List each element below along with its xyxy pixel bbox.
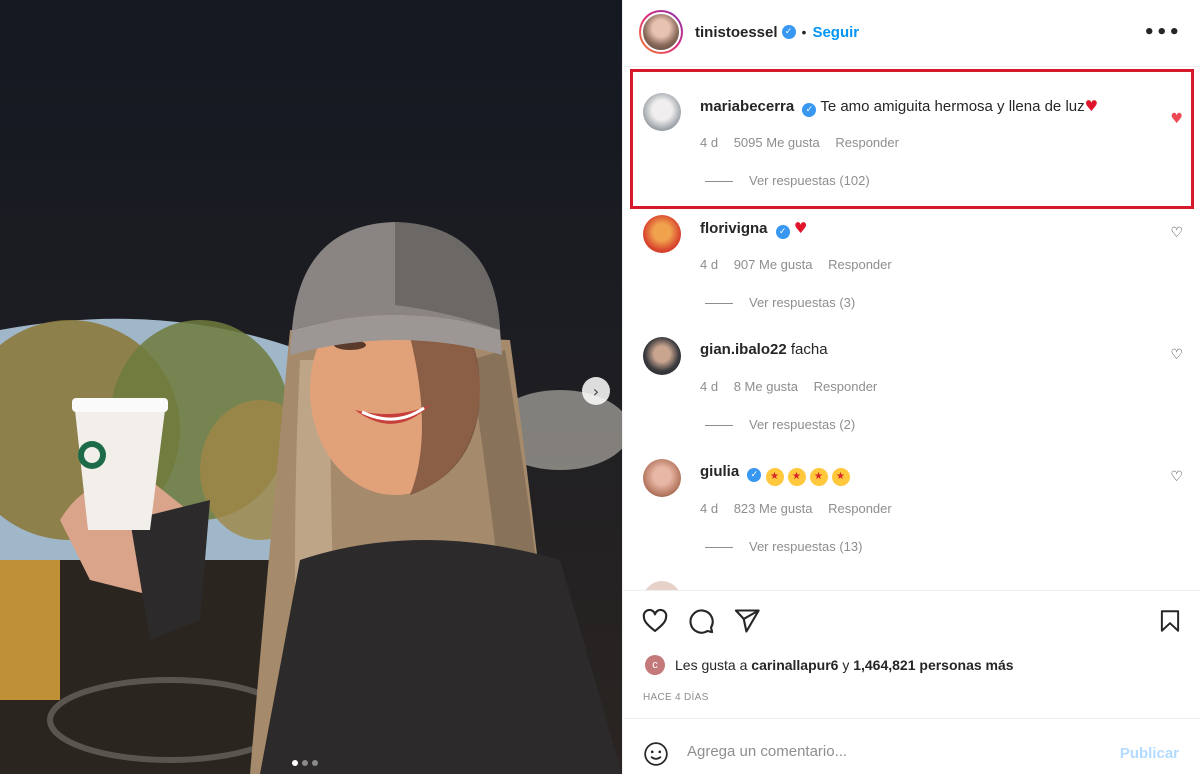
next-photo-button[interactable]: › bbox=[582, 377, 610, 405]
separator-dot: • bbox=[801, 24, 807, 40]
star-struck-emoji: ★ bbox=[765, 468, 784, 486]
view-replies-label: Ver respuestas (2) bbox=[749, 417, 856, 432]
chevron-right-icon: › bbox=[592, 381, 600, 401]
author-avatar[interactable] bbox=[639, 10, 683, 54]
star-struck-emoji: ★ bbox=[787, 468, 806, 486]
comment-text-line: florivigna ✓ ♥ bbox=[700, 219, 807, 239]
commenter-avatar[interactable] bbox=[643, 215, 681, 253]
liker-username[interactable]: carinallapur6 bbox=[751, 657, 838, 673]
post-photo[interactable]: › bbox=[0, 0, 622, 774]
commenter-username[interactable]: gian.ibalo22 bbox=[700, 341, 787, 358]
comment-item: giulia ✓ ★ ★ ★ ★ 4 d 823 Me gusta Responder… bbox=[623, 443, 1200, 565]
view-replies-label: Ver respuestas (13) bbox=[749, 539, 863, 554]
reply-button[interactable]: Responder bbox=[835, 135, 899, 150]
comment-item: florivigna ✓ ♥ 4 d 907 Me gusta Responde… bbox=[623, 199, 1200, 321]
post-date: HACE 4 DÍAS bbox=[643, 692, 709, 703]
comment-meta: 4 d 5095 Me gusta Responder bbox=[700, 135, 911, 150]
comment-likes[interactable]: 8 Me gusta bbox=[734, 379, 798, 394]
comment-item: mariabecerra ✓ Te amo amiguita hermosa y… bbox=[623, 77, 1200, 199]
comment-meta: 4 d 823 Me gusta Responder bbox=[700, 501, 904, 516]
comment-time: 4 d bbox=[700, 501, 719, 516]
comment-body: Te amo amiguita hermosa y llena de luz bbox=[820, 98, 1085, 115]
comment-meta: 4 d 8 Me gusta Responder bbox=[700, 379, 889, 394]
comment-likes[interactable]: 5095 Me gusta bbox=[734, 135, 820, 150]
view-replies[interactable]: Ver respuestas (13) bbox=[705, 539, 862, 554]
comment-time: 4 d bbox=[700, 379, 719, 394]
comment-text-line: giulia ✓ ★ ★ ★ ★ bbox=[700, 463, 854, 486]
comment-time: 4 d bbox=[700, 257, 719, 272]
post-actions: c Les gusta a carinallapur6 y 1,464,821 … bbox=[623, 590, 1200, 718]
carousel-dots bbox=[292, 760, 318, 766]
commenter-username[interactable]: florivigna bbox=[700, 220, 768, 237]
verified-icon: ✓ bbox=[802, 103, 817, 117]
commenter-username[interactable]: giulia bbox=[700, 463, 739, 480]
comment-body: facha bbox=[790, 341, 828, 358]
comments-list[interactable]: mariabecerra ✓ Te amo amiguita hermosa y… bbox=[623, 66, 1200, 590]
commenter-username[interactable]: mariabecerra bbox=[700, 98, 794, 115]
commenter-avatar-partial bbox=[643, 581, 681, 590]
view-replies-label: Ver respuestas (102) bbox=[749, 173, 870, 188]
comment-likes[interactable]: 907 Me gusta bbox=[734, 257, 813, 272]
publish-button[interactable]: Publicar bbox=[1120, 745, 1179, 762]
comment-text-line: gian.ibalo22 facha bbox=[700, 341, 828, 358]
carousel-dot bbox=[292, 760, 298, 766]
liker-avatar[interactable]: c bbox=[645, 655, 665, 675]
commenter-avatar[interactable] bbox=[643, 93, 681, 131]
save-button[interactable] bbox=[1157, 607, 1183, 635]
comment-text-line: mariabecerra ✓ Te amo amiguita hermosa y… bbox=[700, 97, 1098, 117]
view-replies-label: Ver respuestas (3) bbox=[749, 295, 856, 310]
bookmark-icon bbox=[1160, 610, 1180, 632]
comment-input[interactable] bbox=[687, 743, 1107, 760]
view-replies[interactable]: Ver respuestas (3) bbox=[705, 295, 855, 310]
verified-icon: ✓ bbox=[747, 468, 762, 482]
comment-meta: 4 d 907 Me gusta Responder bbox=[700, 257, 904, 272]
red-heart-emoji: ♥ bbox=[793, 219, 808, 237]
commenter-avatar[interactable] bbox=[643, 337, 681, 375]
share-icon[interactable] bbox=[733, 607, 761, 635]
more-options-icon[interactable]: ••• bbox=[1143, 22, 1181, 43]
likes-count[interactable]: 1,464,821 personas más bbox=[853, 657, 1013, 673]
red-heart-emoji: ♥ bbox=[1084, 97, 1099, 115]
view-replies[interactable]: Ver respuestas (102) bbox=[705, 173, 870, 188]
commenter-avatar[interactable] bbox=[643, 459, 681, 497]
carousel-dot bbox=[312, 760, 318, 766]
comment-likes[interactable]: 823 Me gusta bbox=[734, 501, 813, 516]
author-username[interactable]: tinistoessel bbox=[695, 24, 778, 41]
like-heart-icon[interactable]: ♡ bbox=[1170, 225, 1183, 241]
follow-button[interactable]: Seguir bbox=[812, 24, 859, 41]
liked-heart-icon[interactable]: ♥ bbox=[1170, 111, 1183, 127]
carousel-dot bbox=[302, 760, 308, 766]
post-header: tinistoessel ✓ • Seguir ••• bbox=[623, 0, 1200, 64]
comment-time: 4 d bbox=[700, 135, 719, 150]
like-heart-icon[interactable]: ♡ bbox=[1170, 347, 1183, 363]
post-side-panel: tinistoessel ✓ • Seguir ••• mariabecerra… bbox=[622, 0, 1200, 774]
heart-icon[interactable] bbox=[641, 607, 669, 635]
star-struck-emoji: ★ bbox=[831, 468, 850, 486]
emoji-icon[interactable] bbox=[643, 741, 669, 767]
like-heart-icon[interactable]: ♡ bbox=[1170, 469, 1183, 485]
photo-illustration bbox=[0, 222, 622, 774]
likes-prefix: Les gusta a bbox=[675, 657, 748, 673]
likes-joiner: y bbox=[842, 657, 850, 673]
verified-icon: ✓ bbox=[775, 225, 790, 239]
comment-item: gian.ibalo22 facha 4 d 8 Me gusta Respon… bbox=[623, 321, 1200, 443]
reply-button[interactable]: Responder bbox=[828, 501, 892, 516]
reply-button[interactable]: Responder bbox=[828, 257, 892, 272]
likes-summary: c Les gusta a carinallapur6 y 1,464,821 … bbox=[645, 655, 1014, 675]
view-replies[interactable]: Ver respuestas (2) bbox=[705, 417, 855, 432]
action-icons bbox=[641, 607, 761, 635]
add-comment-bar: Publicar bbox=[623, 718, 1200, 774]
comment-icon[interactable] bbox=[687, 607, 715, 635]
verified-icon: ✓ bbox=[781, 25, 796, 39]
star-struck-emoji: ★ bbox=[809, 468, 828, 486]
reply-button[interactable]: Responder bbox=[814, 379, 878, 394]
